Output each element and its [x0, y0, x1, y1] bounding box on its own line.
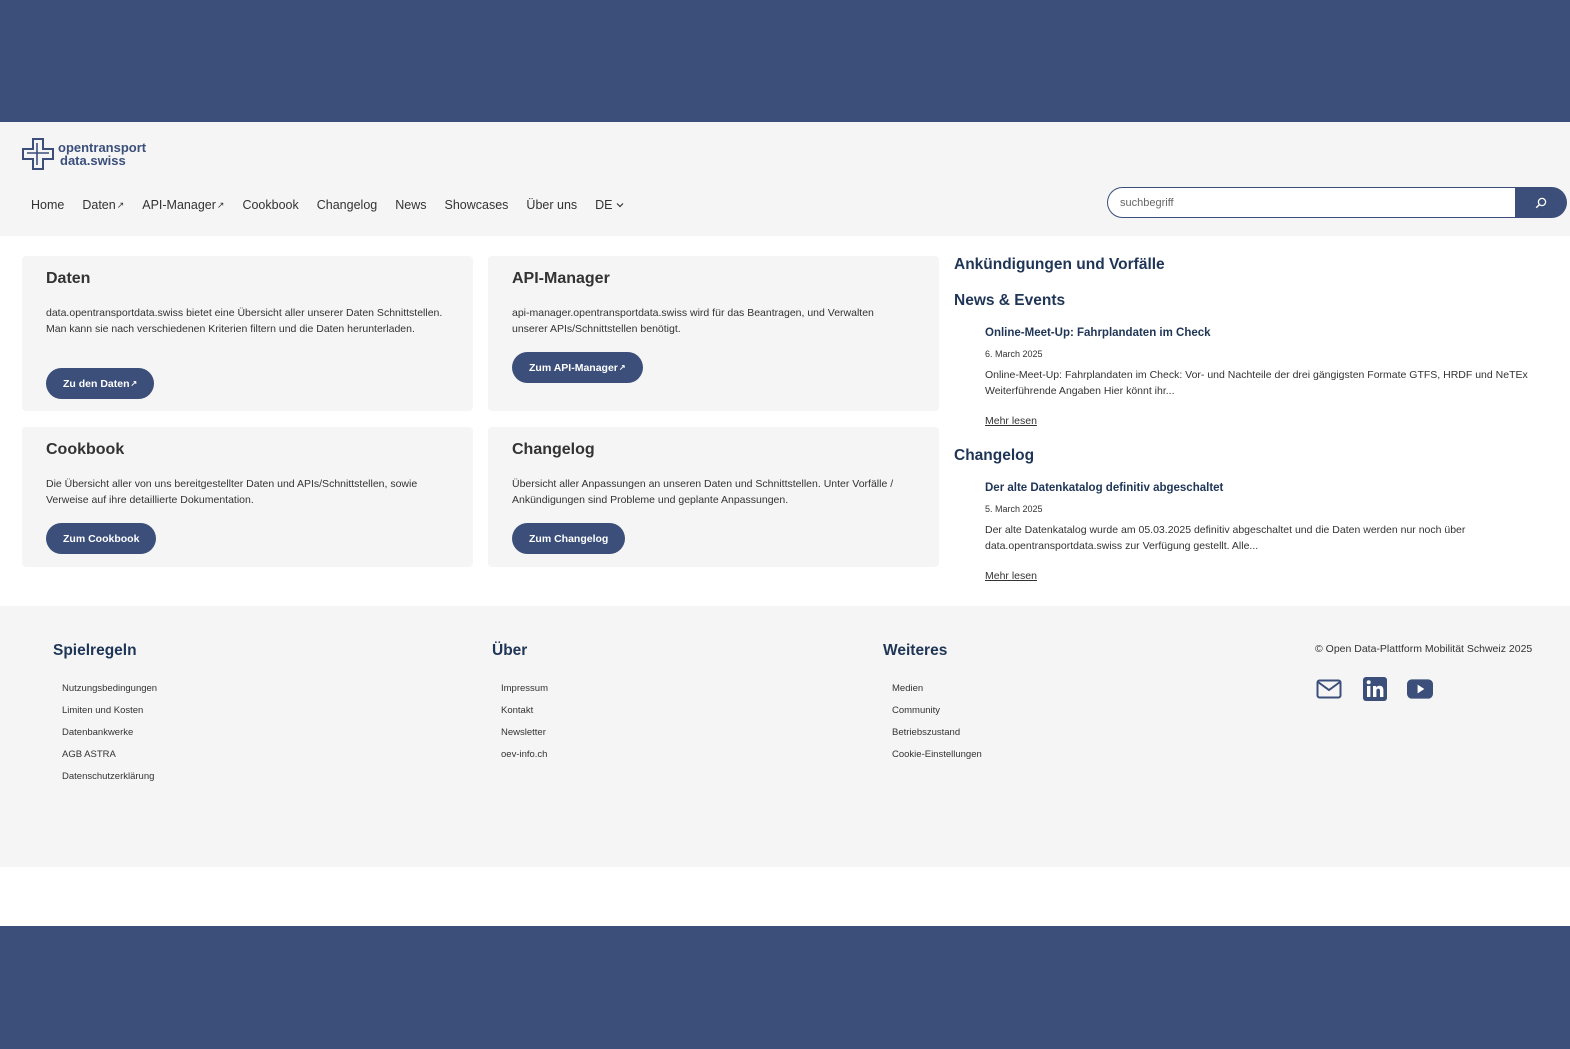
mail-icon[interactable]: [1316, 676, 1342, 702]
button-label: Zum Changelog: [529, 532, 609, 545]
card-title: Daten: [46, 270, 91, 287]
changelog-item-title[interactable]: Der alte Datenkatalog definitiv abgescha…: [985, 482, 1223, 494]
button-label: Zum API-Manager: [529, 361, 618, 374]
search-input[interactable]: [1107, 187, 1515, 218]
changelog-item-date: 5. March 2025: [985, 504, 1043, 514]
footer-link-community[interactable]: Community: [892, 705, 940, 716]
nav-home-label: Home: [31, 198, 65, 212]
zum-api-manager-button[interactable]: Zum API-Manager ↗: [512, 352, 643, 383]
nav-news[interactable]: News: [395, 198, 426, 212]
zum-changelog-button[interactable]: Zum Changelog: [512, 523, 626, 554]
language-label: DE: [595, 198, 613, 212]
button-label: Zum Cookbook: [63, 532, 140, 545]
nav-daten[interactable]: Daten ↗: [82, 198, 124, 212]
footer-link-datenbankwerke[interactable]: Datenbankwerke: [62, 727, 133, 738]
chevron-down-icon: [616, 200, 624, 210]
search-bar: [1107, 187, 1567, 218]
zu-den-daten-button[interactable]: Zu den Daten ↗: [46, 368, 155, 399]
zum-cookbook-button[interactable]: Zum Cookbook: [46, 523, 157, 554]
linkedin-icon[interactable]: [1362, 676, 1388, 702]
footer-link-impressum[interactable]: Impressum: [501, 683, 548, 694]
footer-link-datenschutzerklaerung[interactable]: Datenschutzerklärung: [62, 771, 154, 782]
logo-line-2: data.swiss: [60, 153, 126, 168]
nav-daten-label: Daten: [82, 198, 116, 212]
external-link-icon: ↗: [130, 379, 138, 388]
card-text: Übersicht aller Anpassungen an unseren D…: [512, 478, 894, 506]
card-api-manager: API-Manager api-manager.opentransportdat…: [488, 256, 939, 411]
swiss-cross-logo-icon: [22, 138, 54, 170]
footer-link-newsletter[interactable]: Newsletter: [501, 727, 546, 738]
news-item-date: 6. March 2025: [985, 349, 1043, 359]
announcements-heading: Ankündigungen und Vorfälle: [954, 256, 1165, 273]
card-title: Cookbook: [46, 441, 125, 458]
nav-home[interactable]: Home: [31, 198, 64, 212]
search-button[interactable]: [1515, 187, 1567, 218]
news-item-text: Online-Meet-Up: Fahrplandaten im Check: …: [985, 369, 1528, 397]
nav-api-manager-label: API-Manager: [142, 198, 216, 212]
footer-link-nutzungsbedingungen[interactable]: Nutzungsbedingungen: [62, 683, 157, 694]
card-text: api-manager.opentransportdata.swiss wird…: [512, 307, 874, 335]
top-band: [0, 0, 1570, 122]
news-heading: News & Events: [954, 292, 1066, 309]
external-link-icon: ↗: [216, 199, 225, 210]
footer-link-kontakt[interactable]: Kontakt: [501, 705, 533, 716]
news-item-title[interactable]: Online-Meet-Up: Fahrplandaten im Check: [985, 327, 1211, 339]
changelog-heading: Changelog: [954, 447, 1035, 464]
language-selector[interactable]: DE: [595, 198, 623, 212]
button-label: Zu den Daten: [63, 377, 130, 390]
card-title: Changelog: [512, 441, 595, 458]
nav-showcases-label: Showcases: [444, 198, 509, 212]
footer-heading: Über: [492, 642, 528, 659]
external-link-icon: ↗: [618, 363, 626, 372]
nav-api-manager[interactable]: API-Manager ↗: [142, 198, 224, 212]
nav-changelog[interactable]: Changelog: [317, 198, 377, 212]
card-text: data.opentransportdata.swiss bietet eine…: [46, 307, 443, 335]
site-logo[interactable]: opentransport data.swiss: [22, 138, 146, 170]
nav-ueber-uns[interactable]: Über uns: [526, 198, 577, 212]
nav-showcases[interactable]: Showcases: [444, 198, 508, 212]
changelog-item-text: Der alte Datenkatalog wurde am 05.03.202…: [985, 524, 1466, 552]
footer-link-medien[interactable]: Medien: [892, 683, 923, 694]
footer-link-cookie-einstellungen[interactable]: Cookie-Einstellungen: [892, 749, 982, 760]
changelog-item-more-link[interactable]: Mehr lesen: [985, 570, 1037, 582]
external-link-icon: ↗: [116, 199, 125, 210]
footer-link-limiten-und-kosten[interactable]: Limiten und Kosten: [62, 705, 143, 716]
main-nav: Home Daten ↗ API-Manager ↗ Cookbook Change…: [31, 198, 642, 212]
nav-cookbook-label: Cookbook: [242, 198, 299, 212]
copyright-text: © Open Data-Plattform Mobilität Schweiz …: [1315, 643, 1533, 655]
card-daten: Daten data.opentransportdata.swiss biete…: [22, 256, 473, 411]
footer-link-oev-info[interactable]: oev-info.ch: [501, 749, 547, 760]
logo-wordmark: opentransport data.swiss: [58, 141, 146, 167]
nav-news-label: News: [395, 198, 427, 212]
footer-heading: Weiteres: [883, 642, 948, 659]
nav-ueber-uns-label: Über uns: [526, 198, 578, 212]
news-item-more-link[interactable]: Mehr lesen: [985, 415, 1037, 427]
footer-link-betriebszustand[interactable]: Betriebszustand: [892, 727, 960, 738]
nav-changelog-label: Changelog: [316, 198, 378, 212]
card-cookbook: Cookbook Die Übersicht aller von uns ber…: [22, 427, 473, 567]
youtube-icon[interactable]: [1407, 676, 1433, 702]
card-changelog: Changelog Übersicht aller Anpassungen an…: [488, 427, 939, 567]
nav-cookbook[interactable]: Cookbook: [242, 198, 298, 212]
page: opentransport data.swiss Home Daten ↗ API…: [0, 122, 1570, 926]
site-footer: Spielregeln Nutzungsbedingungen Limiten …: [0, 606, 1570, 867]
card-title: API-Manager: [512, 270, 610, 287]
card-text: Die Übersicht aller von uns bereitgestel…: [46, 478, 418, 506]
search-icon: [1535, 197, 1547, 208]
footer-link-agb-astra[interactable]: AGB ASTRA: [62, 749, 116, 760]
footer-heading: Spielregeln: [53, 642, 137, 659]
site-header: opentransport data.swiss Home Daten ↗ API…: [0, 122, 1570, 236]
